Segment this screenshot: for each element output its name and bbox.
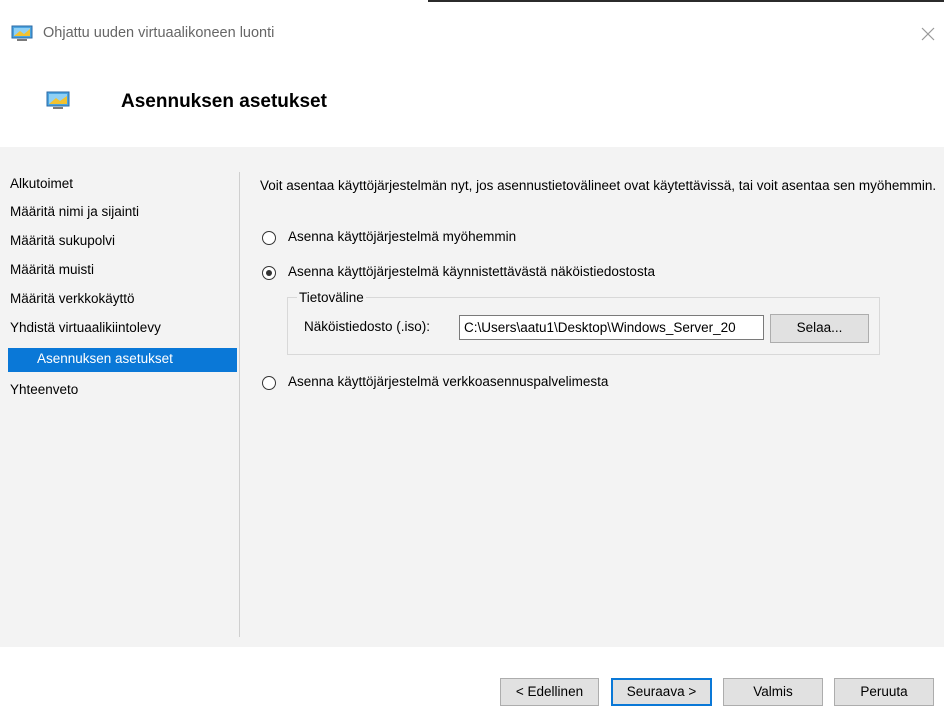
page-title: Asennuksen asetukset bbox=[121, 91, 327, 112]
nav-item-label: Asennuksen asetukset bbox=[37, 351, 173, 366]
nav-item-alkutoimet[interactable]: Alkutoimet bbox=[10, 176, 73, 191]
nav-item-generation[interactable]: Määritä sukupolvi bbox=[10, 233, 115, 248]
iso-file-label: Näköistiedosto (.iso): bbox=[304, 319, 431, 334]
intro-text: Voit asentaa käyttöjärjestelmän nyt, jos… bbox=[260, 178, 937, 193]
nav-item-summary[interactable]: Yhteenveto bbox=[10, 382, 78, 397]
nav-item-virtual-disk[interactable]: Yhdistä virtuaalikiintolevy bbox=[10, 320, 161, 335]
radio-label: Asenna käyttöjärjestelmä verkkoasennuspa… bbox=[288, 374, 609, 389]
wizard-body bbox=[0, 147, 944, 647]
iso-path-input[interactable] bbox=[459, 315, 764, 340]
nav-item-networking[interactable]: Määritä verkkokäyttö bbox=[10, 291, 135, 306]
hyper-v-vm-icon bbox=[46, 91, 70, 109]
title-bar: Ohjattu uuden virtuaalikoneen luonti bbox=[0, 0, 944, 62]
finish-button[interactable]: Valmis bbox=[723, 678, 823, 706]
window-title: Ohjattu uuden virtuaalikoneen luonti bbox=[43, 25, 275, 41]
nav-item-installation-options[interactable]: Asennuksen asetukset bbox=[8, 348, 237, 372]
nav-item-memory[interactable]: Määritä muisti bbox=[10, 262, 94, 277]
radio-button[interactable] bbox=[262, 231, 276, 245]
cancel-button[interactable]: Peruuta bbox=[834, 678, 934, 706]
back-button[interactable]: < Edellinen bbox=[500, 678, 599, 706]
hyper-v-vm-icon bbox=[11, 25, 33, 41]
close-icon[interactable] bbox=[910, 18, 944, 48]
media-group-legend: Tietoväline bbox=[297, 290, 366, 305]
radio-label: Asenna käyttöjärjestelmä käynnistettäväs… bbox=[288, 264, 655, 279]
next-button[interactable]: Seuraava > bbox=[611, 678, 712, 706]
radio-button[interactable] bbox=[262, 376, 276, 390]
top-edge-line bbox=[428, 0, 944, 2]
nav-divider bbox=[239, 172, 240, 637]
browse-button[interactable]: Selaa... bbox=[770, 314, 869, 343]
radio-label: Asenna käyttöjärjestelmä myöhemmin bbox=[288, 229, 517, 244]
radio-button-selected[interactable] bbox=[262, 266, 276, 280]
nav-item-name-location[interactable]: Määritä nimi ja sijainti bbox=[10, 204, 139, 219]
